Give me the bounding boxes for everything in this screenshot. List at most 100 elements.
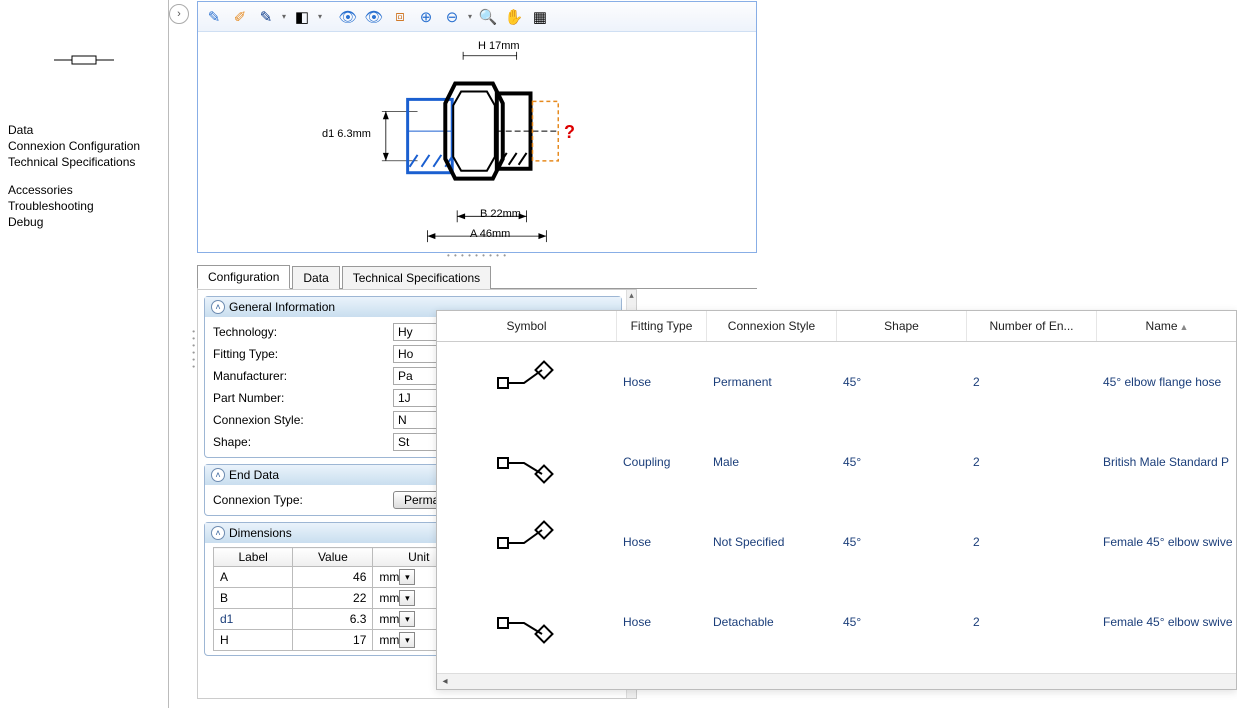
sidebar-item-connexion-config[interactable]: Connexion Configuration: [8, 138, 160, 154]
results-header: Symbol Fitting Type Connexion Style Shap…: [437, 311, 1236, 342]
result-name: 45° elbow flange hose: [1097, 371, 1236, 393]
collapse-icon[interactable]: ˄: [211, 468, 225, 482]
zoom-fit-icon[interactable]: 🔍: [476, 5, 500, 29]
sidebar-symbol-preview: [0, 0, 168, 120]
eye-zoom-icon[interactable]: 👁: [362, 5, 386, 29]
dim-label-cell: A: [214, 567, 293, 588]
drawing-canvas[interactable]: H 17mm d1 6.3mm B 22mm A 46mm ?: [198, 32, 756, 252]
collapse-icon[interactable]: ˄: [211, 300, 225, 314]
pencil-blue-icon[interactable]: ✎: [202, 5, 226, 29]
result-row[interactable]: CouplingMale45°2British Male Standard P: [437, 422, 1236, 502]
result-row[interactable]: HoseDetachable45°2Female 45° elbow swive: [437, 582, 1236, 662]
result-shape: 45°: [837, 451, 967, 473]
panel-title: General Information: [229, 300, 335, 314]
scroll-left-icon[interactable]: ◂: [437, 676, 453, 687]
result-shape: 45°: [837, 611, 967, 633]
sidebar-item-debug[interactable]: Debug: [8, 214, 160, 230]
tab-data[interactable]: Data: [292, 266, 339, 289]
col-value[interactable]: Value: [293, 548, 373, 567]
drawing-toolbar: ✎ ✐ ✎ ▾ ◧ ▾ 👁 👁 ⧈ ⊕ ⊖ ▾ 🔍 ✋ ▦: [198, 2, 756, 32]
pan-hand-icon[interactable]: ✋: [502, 5, 526, 29]
dim-value-cell[interactable]: 22: [293, 588, 373, 609]
tool-dropdown-icon[interactable]: ▾: [280, 5, 288, 29]
pencil-dark-icon[interactable]: ✎: [254, 5, 278, 29]
collapse-icon[interactable]: ˄: [211, 526, 225, 540]
tab-configuration[interactable]: Configuration: [197, 265, 290, 289]
sidebar-item-accessories[interactable]: Accessories: [8, 182, 160, 198]
panel-title: End Data: [229, 468, 279, 482]
result-connexion-style: Detachable: [707, 611, 837, 633]
col-fitting-type[interactable]: Fitting Type: [617, 311, 707, 341]
result-connexion-style: Male: [707, 451, 837, 473]
result-row[interactable]: HoseNot Specified45°2Female 45° elbow sw…: [437, 502, 1236, 582]
result-symbol-icon: [437, 436, 617, 488]
col-symbol[interactable]: Symbol: [437, 311, 617, 341]
result-fitting-type: Coupling: [617, 451, 707, 473]
field-label: Fitting Type:: [213, 347, 393, 361]
drawing-panel: ✎ ✐ ✎ ▾ ◧ ▾ 👁 👁 ⧈ ⊕ ⊖ ▾ 🔍 ✋ ▦: [197, 1, 757, 253]
result-shape: 45°: [837, 371, 967, 393]
unit-dropdown-icon[interactable]: ▾: [399, 611, 415, 627]
result-number-of-ends: 2: [967, 371, 1097, 393]
col-label[interactable]: Label: [214, 548, 293, 567]
eraser-icon[interactable]: ◧: [290, 5, 314, 29]
result-name: British Male Standard P: [1097, 451, 1236, 473]
search-results-grid: Symbol Fitting Type Connexion Style Shap…: [436, 310, 1237, 690]
sort-asc-icon: ▲: [1180, 322, 1189, 332]
panel-resize-handle[interactable]: • • • • • • • • •: [447, 251, 507, 260]
dim-label-cell: H: [214, 630, 293, 651]
result-row[interactable]: HosePermanent45°245° elbow flange hose: [437, 342, 1236, 422]
col-number-of-ends[interactable]: Number of En...: [967, 311, 1097, 341]
result-fitting-type: Hose: [617, 531, 707, 553]
dim-value-cell[interactable]: 6.3: [293, 609, 373, 630]
result-number-of-ends: 2: [967, 451, 1097, 473]
zoom-in-icon[interactable]: ⊕: [414, 5, 438, 29]
dim-label-cell: B: [214, 588, 293, 609]
field-label: Shape:: [213, 435, 393, 449]
scroll-up-icon[interactable]: ▴: [627, 290, 636, 301]
eye-all-icon[interactable]: 👁: [336, 5, 360, 29]
result-number-of-ends: 2: [967, 611, 1097, 633]
field-label: Manufacturer:: [213, 369, 393, 383]
dim-label-d1: d1 6.3mm: [322, 128, 371, 140]
unit-dropdown-icon[interactable]: ▾: [399, 590, 415, 606]
pencil-orange-icon[interactable]: ✐: [228, 5, 252, 29]
result-connexion-style: Not Specified: [707, 531, 837, 553]
dim-label-cell: d1: [214, 609, 293, 630]
grid-icon[interactable]: ▦: [528, 5, 552, 29]
tool-dropdown-icon[interactable]: ▾: [466, 5, 474, 29]
col-shape[interactable]: Shape: [837, 311, 967, 341]
field-label: Technology:: [213, 325, 393, 339]
field-label: Part Number:: [213, 391, 393, 405]
detail-tabs: Configuration Data Technical Specificati…: [197, 263, 757, 289]
col-name[interactable]: Name▲: [1097, 311, 1237, 341]
sidebar-item-troubleshooting[interactable]: Troubleshooting: [8, 198, 160, 214]
sidebar-nav: Data Connexion Configuration Technical S…: [0, 120, 168, 232]
dim-label-h: H 17mm: [478, 40, 520, 52]
sidebar: Data Connexion Configuration Technical S…: [0, 0, 169, 708]
sidebar-item-data[interactable]: Data: [8, 122, 160, 138]
result-name: Female 45° elbow swive: [1097, 611, 1236, 633]
result-connexion-style: Permanent: [707, 371, 837, 393]
unit-dropdown-icon[interactable]: ▾: [399, 632, 415, 648]
sidebar-item-tech-specs[interactable]: Technical Specifications: [8, 154, 160, 170]
chevron-right-icon: ›: [177, 8, 181, 20]
tab-tech-specs[interactable]: Technical Specifications: [342, 266, 491, 289]
unit-dropdown-icon[interactable]: ▾: [399, 569, 415, 585]
zoom-window-icon[interactable]: ⧈: [388, 5, 412, 29]
field-label: Connexion Type:: [213, 493, 393, 507]
result-number-of-ends: 2: [967, 531, 1097, 553]
result-name: Female 45° elbow swive: [1097, 531, 1236, 553]
dim-label-a: A 46mm: [470, 228, 510, 240]
result-symbol-icon: [437, 596, 617, 648]
missing-end-indicator: ?: [564, 122, 575, 143]
dim-value-cell[interactable]: 17: [293, 630, 373, 651]
tool-dropdown-icon[interactable]: ▾: [316, 5, 324, 29]
dim-value-cell[interactable]: 46: [293, 567, 373, 588]
zoom-out-icon[interactable]: ⊖: [440, 5, 464, 29]
col-connexion-style[interactable]: Connexion Style: [707, 311, 837, 341]
field-label: Connexion Style:: [213, 413, 393, 427]
sidebar-toggle-button[interactable]: ›: [169, 4, 189, 24]
result-fitting-type: Hose: [617, 611, 707, 633]
results-horizontal-scrollbar[interactable]: ◂: [437, 673, 1236, 689]
